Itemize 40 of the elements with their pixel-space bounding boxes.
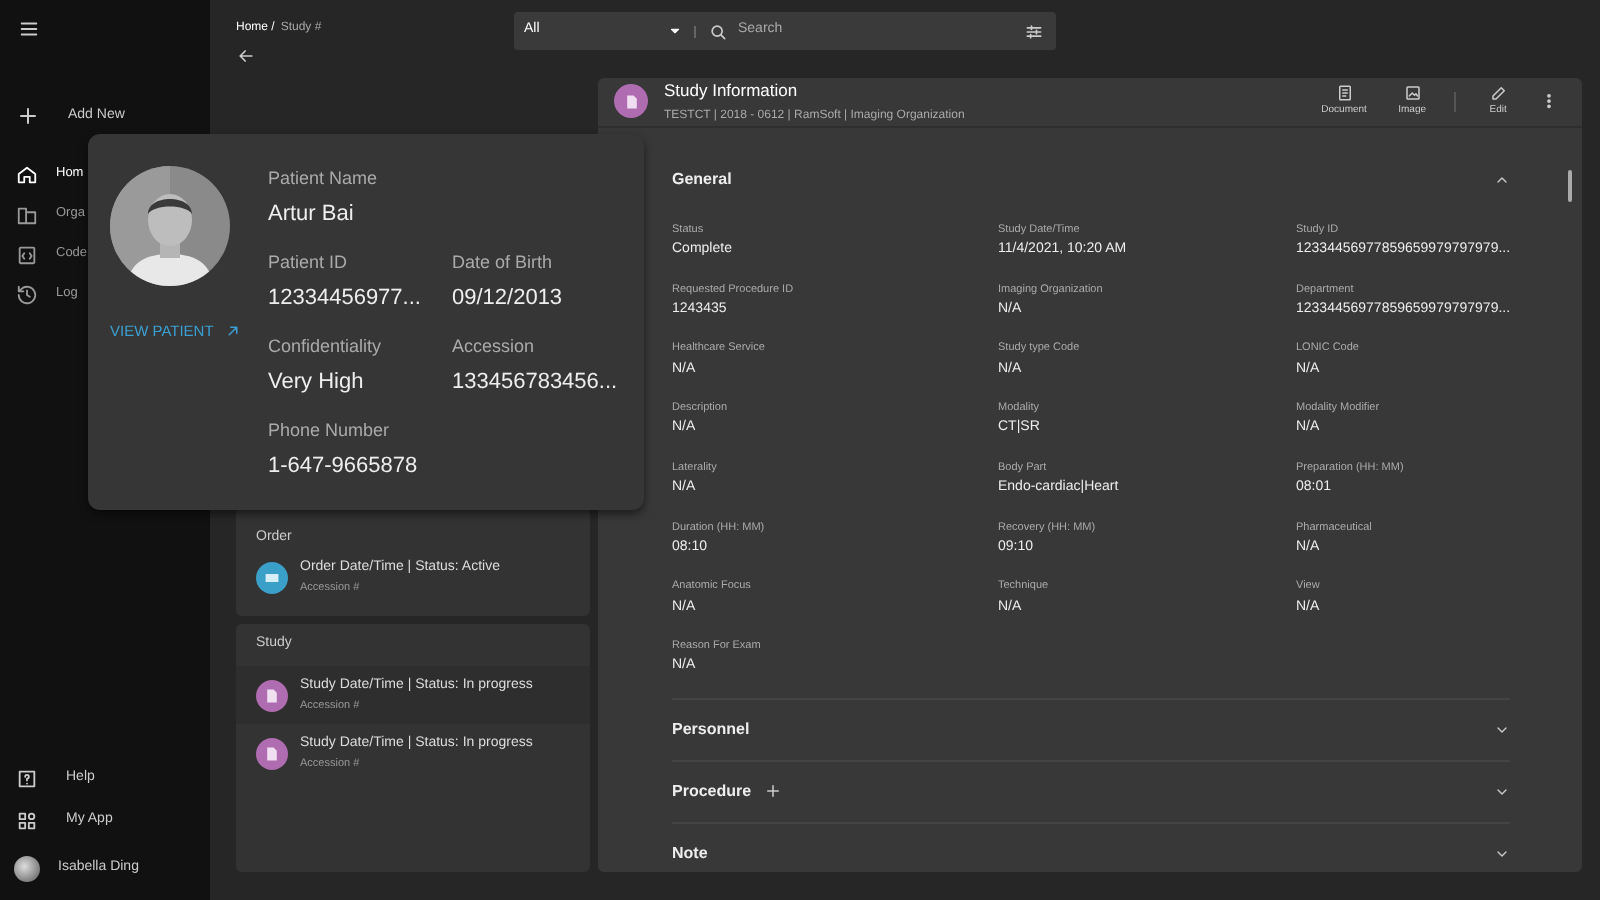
home-icon — [16, 163, 38, 185]
document-icon — [1335, 84, 1354, 103]
pencil-icon — [1489, 84, 1508, 103]
image-icon — [1403, 84, 1422, 103]
field-value: 12334456977... — [268, 283, 423, 313]
field-label: Patient Name — [268, 166, 380, 192]
document-badge-icon — [256, 679, 288, 711]
field-label: Phone Number — [268, 418, 392, 444]
document-badge-icon — [614, 84, 648, 119]
section-header[interactable]: Personnel — [672, 699, 1511, 760]
menu-icon — [18, 17, 40, 39]
avatar — [14, 855, 40, 881]
scrollbar-thumb[interactable] — [1568, 170, 1573, 202]
field-value: Very High — [268, 367, 366, 397]
panel-title: Study Information — [664, 78, 800, 104]
section-header[interactable]: General — [672, 149, 1511, 210]
field-label: Confidentiality — [268, 334, 384, 360]
back-arrow-icon — [236, 46, 256, 66]
plus-icon — [763, 782, 782, 801]
field-label: Patient ID — [268, 250, 350, 276]
building-icon — [16, 203, 38, 225]
field-value: 09/12/2013 — [452, 283, 565, 313]
external-arrow-icon — [223, 322, 242, 341]
apps-icon — [16, 810, 38, 832]
document-badge-icon — [256, 737, 288, 769]
field-value: Artur Bai — [268, 199, 356, 229]
caret-icon — [668, 24, 682, 38]
field-value: 1-647-9665878 — [268, 451, 420, 481]
clipboard-icon — [16, 243, 38, 265]
plus-icon — [16, 104, 40, 128]
history-icon — [16, 283, 38, 305]
search-icon — [708, 21, 728, 41]
field-value: 133456783456... — [452, 367, 620, 397]
field-label: Date of Birth — [452, 250, 555, 276]
filter-icon — [1024, 21, 1044, 41]
field-label: Accession — [452, 334, 537, 360]
help-icon — [16, 768, 38, 790]
card-badge-icon — [256, 561, 288, 593]
section-header[interactable]: Note — [672, 823, 1511, 872]
section-header[interactable]: Procedure — [672, 761, 1511, 822]
